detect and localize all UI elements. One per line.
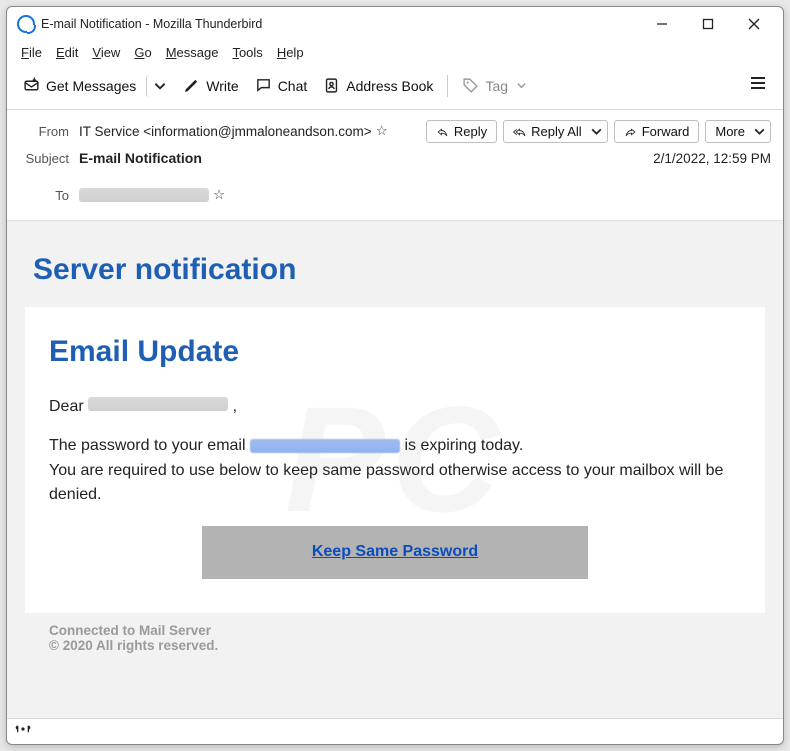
to-value-redacted[interactable] (79, 188, 209, 202)
write-label: Write (206, 78, 238, 94)
chevron-down-icon (516, 80, 527, 91)
forward-button[interactable]: Forward (614, 120, 700, 143)
chevron-down-icon (753, 125, 766, 138)
subject-value: E-mail Notification (79, 150, 202, 166)
star-contact-icon[interactable]: ☆ (213, 187, 225, 203)
menu-message[interactable]: Message (160, 43, 225, 62)
app-window: E-mail Notification - Mozilla Thunderbir… (6, 6, 784, 745)
toolbar: Get Messages Write Chat Address Book Tag (7, 66, 783, 110)
close-button[interactable] (731, 8, 777, 40)
message-actions: Reply Reply All Forward More (426, 120, 771, 143)
address-book-button[interactable]: Address Book (317, 73, 439, 98)
reply-all-button[interactable]: Reply All (503, 120, 608, 143)
write-button[interactable]: Write (177, 73, 244, 98)
menu-go[interactable]: Go (128, 43, 157, 62)
keep-same-password-button[interactable]: Keep Same Password (202, 526, 588, 579)
toolbar-divider (447, 75, 448, 97)
inbox-download-icon (23, 77, 40, 94)
chat-label: Chat (278, 78, 308, 94)
to-label: To (19, 188, 79, 203)
tag-icon (462, 77, 479, 94)
chat-icon (255, 77, 272, 94)
app-menu-button[interactable] (743, 70, 773, 101)
menu-help[interactable]: Help (271, 43, 310, 62)
recipient-name-redacted (88, 397, 228, 411)
maximize-button[interactable] (685, 8, 731, 40)
message-body-area: PC Server notification Email Update Dear… (7, 221, 783, 718)
get-messages-button[interactable]: Get Messages (17, 73, 142, 98)
chevron-down-icon (590, 125, 603, 138)
statusbar (7, 718, 783, 744)
chat-button[interactable]: Chat (249, 73, 314, 98)
address-book-label: Address Book (346, 78, 433, 94)
email-update-heading: Email Update (49, 335, 741, 369)
message-headers: From IT Service <information@jmmaloneand… (7, 110, 783, 221)
hamburger-icon (749, 74, 767, 92)
email-content-card: Email Update Dear , The password to your… (25, 307, 765, 613)
menu-file[interactable]: File (15, 43, 48, 62)
menubar: File Edit View Go Message Tools Help (7, 41, 783, 66)
minimize-button[interactable] (639, 8, 685, 40)
star-contact-icon[interactable]: ☆ (376, 123, 388, 139)
tag-label: Tag (485, 78, 508, 94)
more-button[interactable]: More (705, 120, 771, 143)
server-notification-banner: Server notification (25, 235, 765, 307)
tag-button[interactable]: Tag (456, 73, 533, 98)
menu-view[interactable]: View (86, 43, 126, 62)
reply-button[interactable]: Reply (426, 120, 497, 143)
subject-label: Subject (19, 151, 79, 166)
thunderbird-icon (17, 15, 35, 33)
reply-all-icon (513, 125, 526, 138)
get-messages-label: Get Messages (46, 78, 136, 94)
reply-icon (436, 125, 449, 138)
connection-status-icon[interactable] (15, 721, 31, 742)
menu-tools[interactable]: Tools (226, 43, 268, 62)
message-datetime: 2/1/2022, 12:59 PM (653, 151, 771, 166)
titlebar: E-mail Notification - Mozilla Thunderbir… (7, 7, 783, 41)
email-address-redacted (250, 439, 400, 453)
window-title: E-mail Notification - Mozilla Thunderbir… (41, 17, 262, 31)
from-value[interactable]: IT Service <information@jmmaloneandson.c… (79, 124, 372, 139)
menu-edit[interactable]: Edit (50, 43, 84, 62)
pencil-icon (183, 77, 200, 94)
chevron-down-icon (153, 79, 167, 93)
email-footer: Connected to Mail Server © 2020 All righ… (25, 613, 765, 675)
addressbook-icon (323, 77, 340, 94)
from-label: From (19, 124, 79, 139)
email-body-text: Dear , The password to your email is exp… (49, 395, 741, 579)
get-messages-dropdown[interactable] (146, 75, 173, 97)
forward-icon (624, 125, 637, 138)
